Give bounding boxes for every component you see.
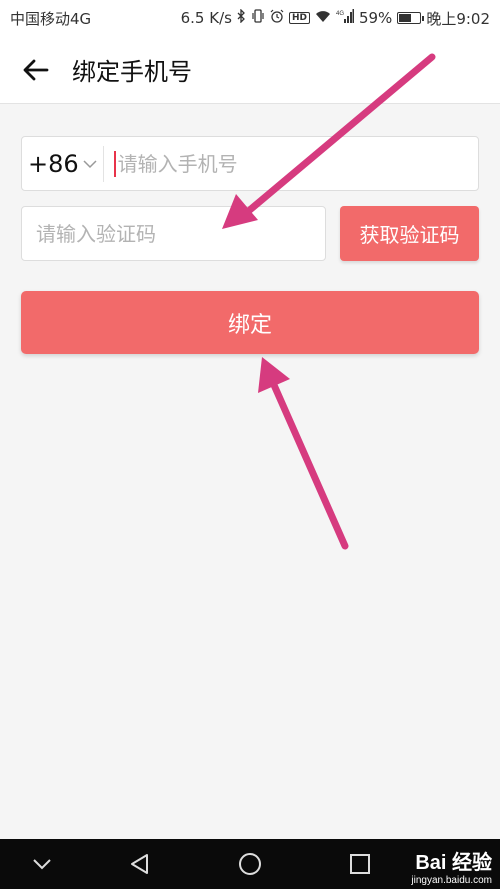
text-cursor [114, 151, 116, 177]
get-code-button[interactable]: 获取验证码 [340, 206, 479, 261]
country-code: +86 [28, 149, 79, 178]
nav-recent-button[interactable] [330, 839, 390, 889]
phone-input[interactable] [103, 137, 478, 190]
status-bar: 中国移动4G 6.5 K/s HD 4G 59% 晚上9:02 [0, 0, 500, 36]
alarm-icon [270, 9, 284, 27]
clock: 晚上9:02 [426, 9, 490, 28]
battery-icon [397, 12, 425, 24]
annotation-arrow-to-bind-button [258, 357, 349, 550]
watermark-main: Bai 经验 [415, 852, 492, 874]
nav-collapse-button[interactable] [12, 839, 72, 889]
arrow-left-icon [23, 59, 49, 80]
chevron-down-icon [33, 859, 51, 870]
wifi-icon [315, 10, 331, 27]
hd-badge: HD [288, 12, 310, 24]
page-title: 绑定手机号 [72, 58, 192, 86]
network-speed: 6.5 K/s [180, 9, 232, 27]
carrier-label: 中国移动4G [10, 9, 92, 28]
home-circle-icon [239, 853, 261, 875]
svg-text:4G: 4G [336, 11, 344, 17]
phone-row: +86 [21, 136, 479, 191]
battery-percent: 59% [358, 9, 393, 27]
bluetooth-icon [237, 8, 246, 27]
back-button[interactable] [0, 36, 72, 104]
country-code-selector[interactable]: +86 [22, 137, 103, 190]
status-icons: 6.5 K/s HD 4G 59% 晚上9:02 [181, 8, 490, 29]
chevron-down-icon [83, 159, 97, 168]
watermark-sub: jingyan.baidu.com [411, 875, 492, 886]
signal-icon: 4G [336, 9, 354, 27]
annotation-arrows [222, 53, 436, 550]
app-bar: 绑定手机号 [0, 36, 500, 104]
vibrate-icon [251, 9, 265, 27]
verification-code-input[interactable] [21, 206, 326, 261]
back-triangle-icon [131, 854, 148, 874]
nav-back-button[interactable] [110, 839, 170, 889]
nav-home-button[interactable] [220, 839, 280, 889]
bind-button[interactable]: 绑定 [21, 291, 479, 354]
recent-square-icon [350, 854, 370, 874]
baidu-watermark: Bai 经验 jingyan.baidu.com [411, 846, 492, 886]
